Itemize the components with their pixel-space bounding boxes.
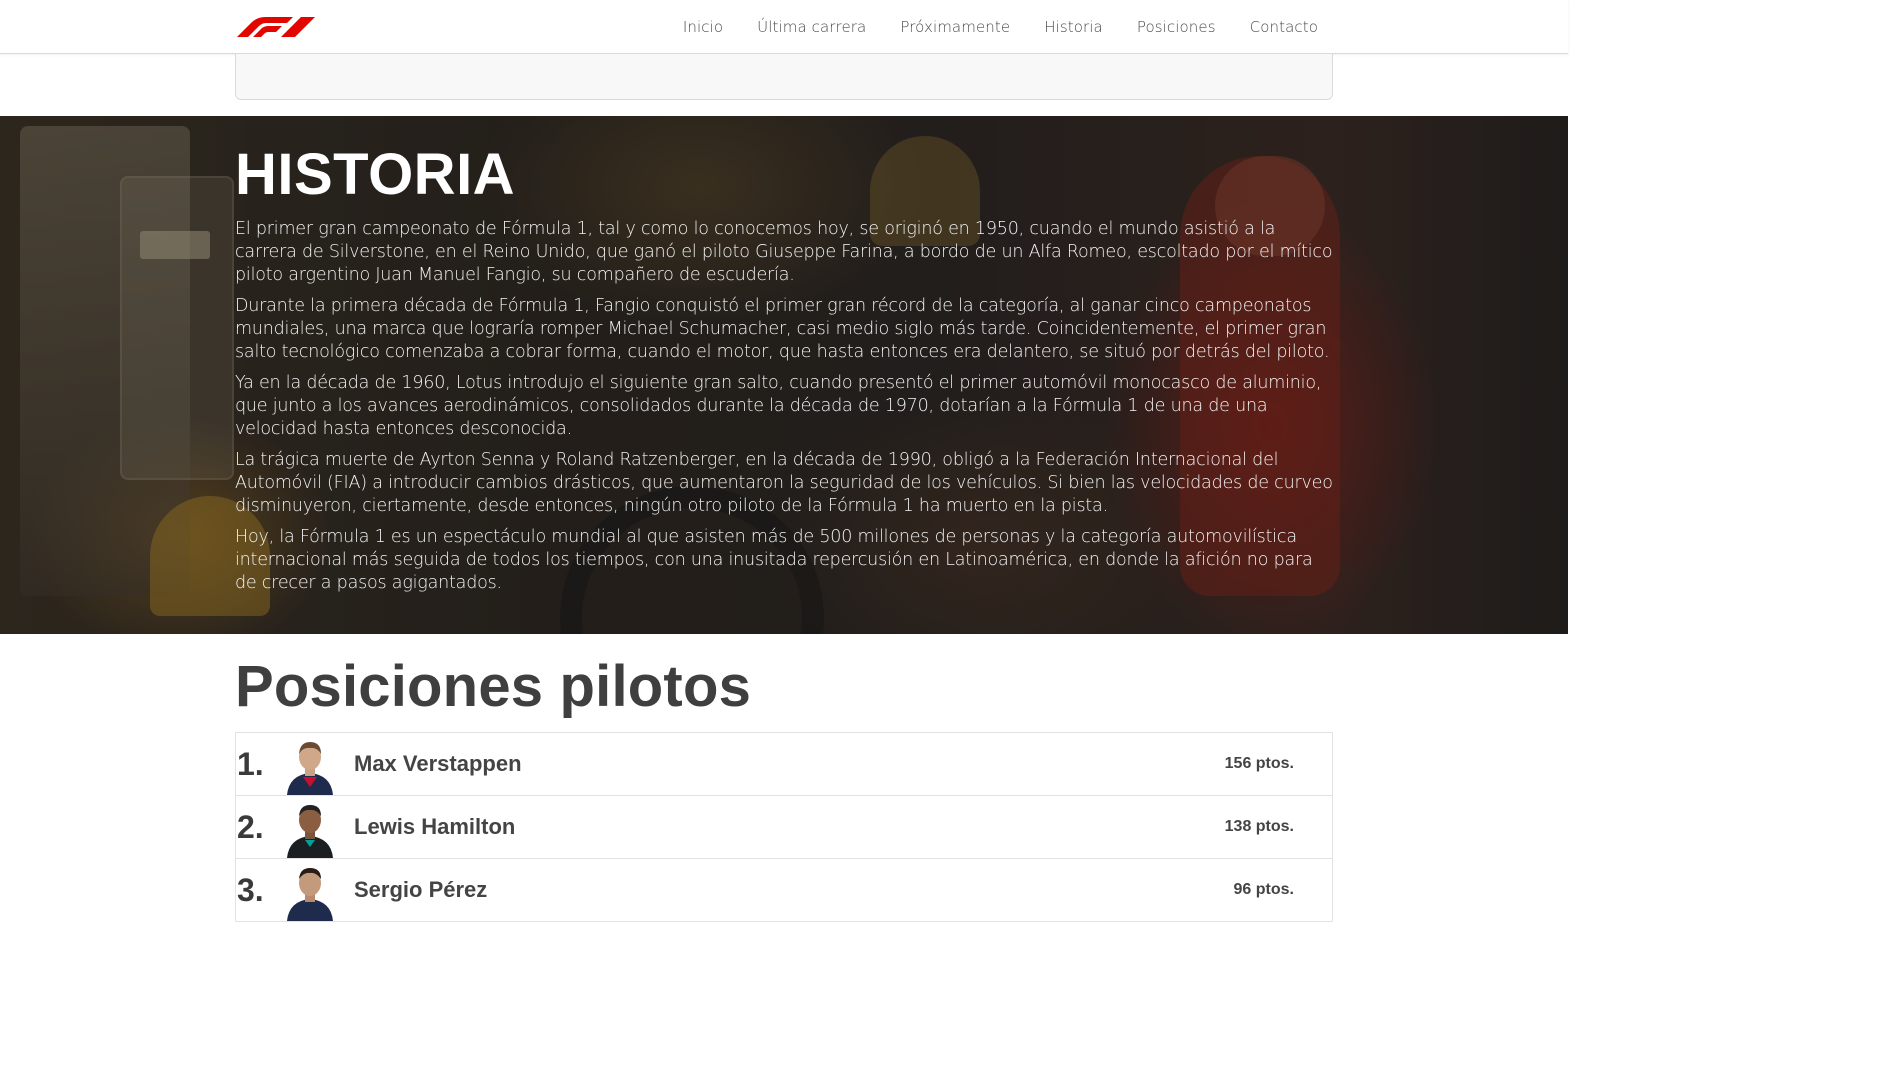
historia-section: HISTORIA El primer gran campeonato de Fó… bbox=[0, 116, 1568, 634]
f1-logo[interactable] bbox=[235, 15, 317, 39]
driver-name: Sergio Pérez bbox=[354, 877, 488, 902]
driver-row[interactable]: 3. Sergio Pérez 96 ptos. bbox=[236, 859, 1332, 922]
driver-points: 156 ptos. bbox=[1224, 755, 1294, 772]
driver-standings-list: 1. Max Verstappen 156 ptos. 2. Lewis Ham… bbox=[235, 732, 1333, 922]
historia-paragraph: Ya en la década de 1960, Lotus introdujo… bbox=[235, 373, 1322, 439]
previous-section-card bbox=[235, 54, 1333, 100]
historia-title: HISTORIA bbox=[235, 142, 516, 207]
f1-logo-icon bbox=[237, 16, 315, 37]
driver-avatar bbox=[287, 868, 333, 921]
historia-paragraph: La trágica muerte de Ayrton Senna y Rola… bbox=[235, 450, 1333, 516]
nav-link-ultima-carrera[interactable]: Última carrera bbox=[757, 18, 866, 36]
driver-avatar bbox=[287, 805, 333, 858]
driver-position: 1. bbox=[237, 745, 264, 782]
driver-points: 138 ptos. bbox=[1224, 818, 1294, 835]
historia-paragraph: El primer gran campeonato de Fórmula 1, … bbox=[235, 219, 1333, 285]
driver-name: Lewis Hamilton bbox=[354, 814, 516, 839]
nav-link-contacto[interactable]: Contacto bbox=[1250, 18, 1318, 36]
standings-title: Posiciones pilotos bbox=[235, 654, 752, 719]
top-navbar: Inicio Última carrera Próximamente Histo… bbox=[0, 0, 1568, 54]
driver-position: 3. bbox=[237, 871, 264, 908]
historia-paragraph: Hoy, la Fórmula 1 es un espectáculo mund… bbox=[235, 527, 1313, 593]
main-nav: Inicio Última carrera Próximamente Histo… bbox=[683, 18, 1333, 36]
nav-link-proximamente[interactable]: Próximamente bbox=[900, 18, 1010, 36]
driver-avatar bbox=[287, 742, 333, 795]
nav-link-historia[interactable]: Historia bbox=[1044, 18, 1103, 36]
standings-section: Posiciones pilotos 1. Max Verstappen 156… bbox=[0, 634, 1568, 922]
driver-points: 96 ptos. bbox=[1233, 881, 1294, 898]
driver-row[interactable]: 1. Max Verstappen 156 ptos. bbox=[236, 733, 1332, 796]
driver-name: Max Verstappen bbox=[354, 751, 522, 776]
historia-paragraph: Durante la primera década de Fórmula 1, … bbox=[235, 296, 1330, 362]
nav-link-posiciones[interactable]: Posiciones bbox=[1137, 18, 1216, 36]
driver-row[interactable]: 2. Lewis Hamilton 138 ptos. bbox=[236, 796, 1332, 859]
nav-link-inicio[interactable]: Inicio bbox=[683, 18, 723, 36]
driver-position: 2. bbox=[237, 808, 264, 845]
